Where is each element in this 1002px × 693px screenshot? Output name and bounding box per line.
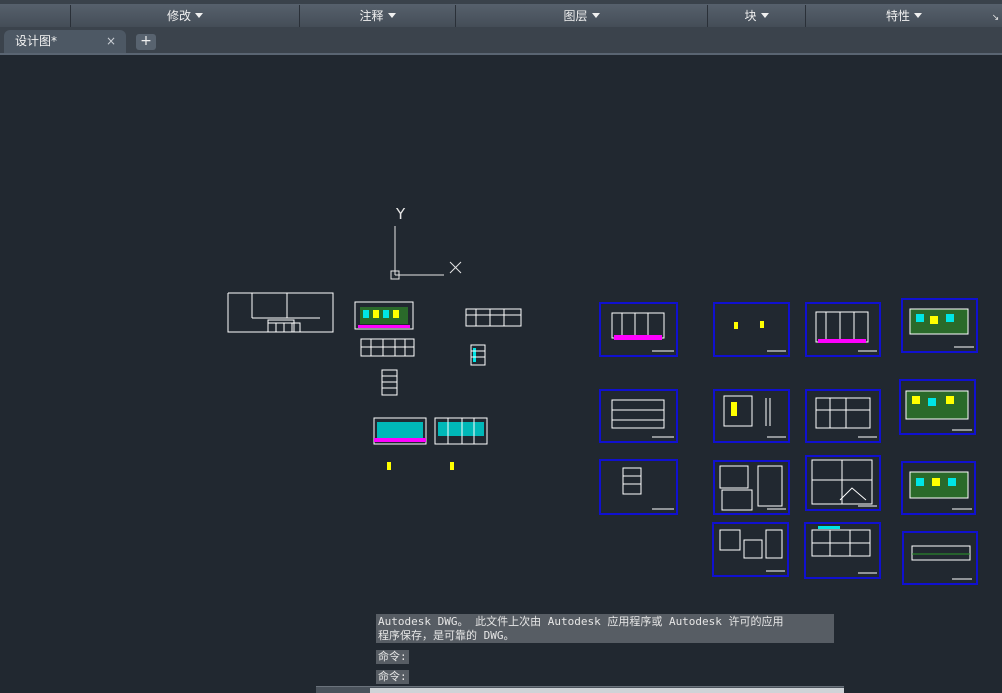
panel-modify-label: 修改 xyxy=(166,9,191,23)
panel-properties-label: 特性 xyxy=(885,9,910,23)
site-plan-drawing xyxy=(227,292,334,333)
panel-properties[interactable]: 特性 ↘ xyxy=(805,5,1002,27)
chevron-down-icon xyxy=(760,13,769,18)
command-history-line-2: 程序保存，是可靠的 DWG。 xyxy=(378,629,515,642)
panel-layers[interactable]: 图层 xyxy=(455,5,707,27)
command-prompt-previous: 命令: xyxy=(376,650,409,664)
command-history: Autodesk DWG。 此文件上次由 Autodesk 应用程序或 Auto… xyxy=(376,614,834,643)
chevron-down-icon xyxy=(591,13,600,18)
scrollbar-thumb[interactable] xyxy=(370,688,844,693)
command-history-line-1: Autodesk DWG。 此文件上次由 Autodesk 应用程序或 Auto… xyxy=(378,615,784,628)
panel-launcher-icon[interactable]: ↘ xyxy=(991,14,1000,23)
new-tab-button[interactable]: + xyxy=(136,34,156,50)
ribbon-top-edge xyxy=(0,0,1002,4)
command-input[interactable]: 命令: xyxy=(376,670,409,684)
autocad-window: 修改 注释 图层 块 特性 ↘ 设计图* × + Y Autodesk DWG。… xyxy=(0,0,1002,693)
panel-block-label: 块 xyxy=(744,9,757,23)
ucs-icon xyxy=(390,226,462,280)
chevron-down-icon xyxy=(387,13,396,18)
panel-annotation[interactable]: 注释 xyxy=(299,5,455,27)
sheet-contents xyxy=(611,308,974,580)
chevron-down-icon xyxy=(914,13,922,18)
horizontal-scrollbar[interactable] xyxy=(316,686,844,693)
ribbon-panel-bar: 修改 注释 图层 块 特性 ↘ xyxy=(0,0,1002,28)
file-tab-bar: 设计图* × + xyxy=(0,27,1002,55)
panel-layers-label: 图层 xyxy=(563,9,588,23)
tab-label: 设计图* xyxy=(15,34,58,48)
panel-block[interactable]: 块 xyxy=(707,5,805,27)
panel-modify[interactable]: 修改 xyxy=(70,5,299,27)
sheet-frames xyxy=(599,298,978,585)
chevron-down-icon xyxy=(195,13,203,18)
drawing-canvas[interactable]: Y xyxy=(0,55,1002,693)
panel-annotation-label: 注释 xyxy=(359,9,384,23)
close-icon[interactable]: × xyxy=(106,30,116,53)
model-space: Y xyxy=(227,205,978,585)
ucs-y-label: Y xyxy=(395,205,406,223)
tab-design-drawing[interactable]: 设计图* × xyxy=(4,30,126,53)
elevation-cluster xyxy=(354,301,522,470)
